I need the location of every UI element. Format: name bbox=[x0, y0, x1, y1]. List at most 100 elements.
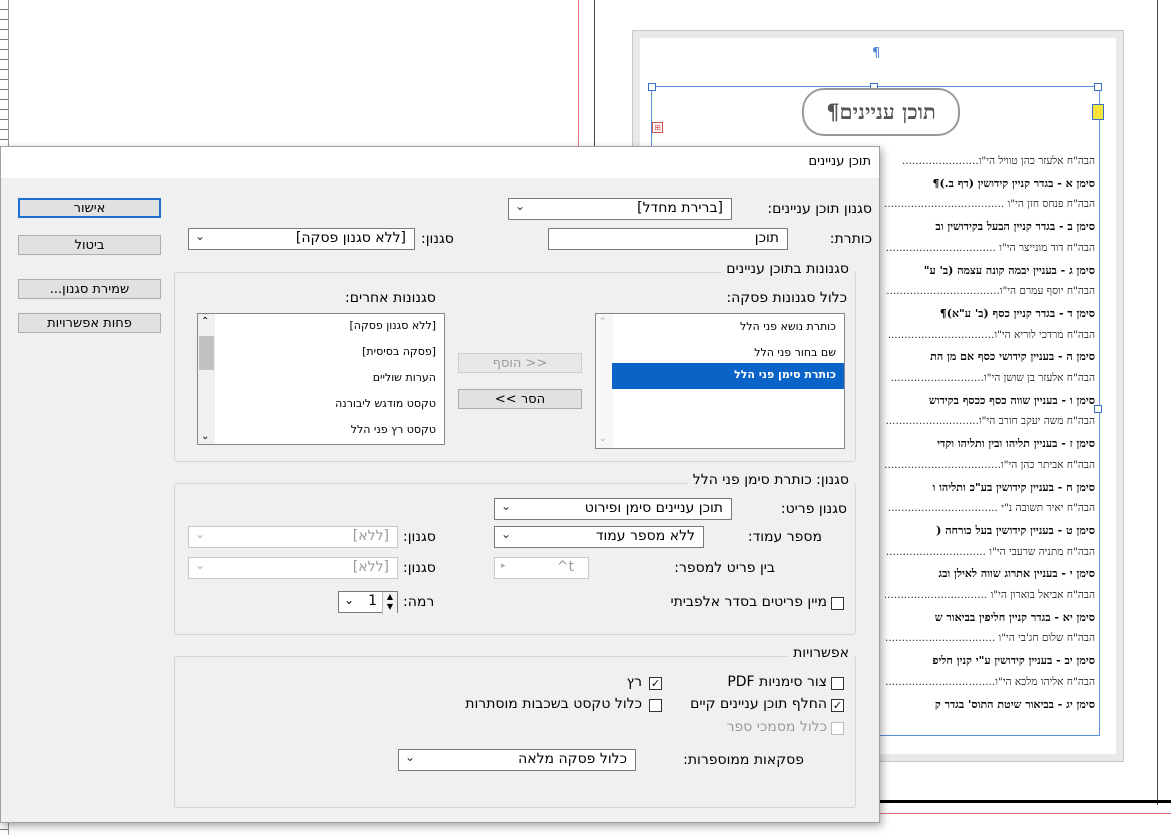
replace-toc-checkbox[interactable]: ✓ bbox=[831, 699, 844, 712]
list-item[interactable]: טקסט מודגש ליבורנה bbox=[214, 392, 444, 418]
between-input[interactable]: ^t ▸ bbox=[494, 557, 589, 579]
toc-dialog: תוכן עניינים אישור ביטול שמירת סגנון... … bbox=[0, 146, 880, 823]
toc-author-line: הבה"ח מרדכי לוריא הי"ו..................… bbox=[887, 328, 1095, 341]
bleed-guide bbox=[878, 813, 1171, 814]
pdf-bookmarks-checkbox[interactable] bbox=[831, 677, 844, 690]
page-edge bbox=[594, 0, 595, 150]
frame-handle[interactable] bbox=[648, 83, 656, 91]
add-button[interactable]: << הוסף bbox=[458, 353, 582, 373]
between-style-label: סגנון: bbox=[403, 560, 436, 576]
book-docs-label: כלול מסמכי ספר bbox=[726, 719, 827, 735]
page-number-label: מספר עמוד: bbox=[747, 529, 822, 545]
chevron-down-icon: ⌄ bbox=[501, 527, 512, 541]
toc-chapter-line: סימן י - בעניין אתרוג שווה לאילן ובג bbox=[938, 567, 1095, 581]
toc-style-select[interactable]: [ברירת מחדל] ⌄ bbox=[508, 198, 732, 220]
toc-author-line: הבה"ח מתניה שרעבי הי"ו .................… bbox=[885, 545, 1095, 558]
list-item[interactable]: כותרת נושא פני הלל bbox=[612, 315, 844, 341]
title-style-label: סגנון: bbox=[421, 231, 454, 247]
sort-checkbox[interactable] bbox=[831, 597, 844, 610]
frame-handle[interactable] bbox=[1094, 405, 1102, 413]
include-styles-list[interactable]: ⌃ ⌄ כותרת נושא פני הלל שם בחור פני הלל כ… bbox=[595, 313, 845, 449]
toc-author-line: הבה"ח אביאל בוארון הי"ו ................… bbox=[885, 589, 1095, 601]
list-item-selected[interactable]: כותרת סימן פני הלל bbox=[612, 363, 844, 389]
scroll-thumb[interactable] bbox=[199, 336, 214, 370]
sort-label: מיין פריטים בסדר אלפביתי bbox=[670, 594, 827, 610]
dialog-title: תוכן עניינים bbox=[808, 154, 871, 169]
toc-chapter-line: סימן ט - בעניין קידושין בעל כורחה ( bbox=[936, 523, 1095, 537]
toc-style-label: סגנון תוכן עניינים: bbox=[767, 201, 872, 217]
page-number-select[interactable]: ללא מספר עמוד ⌄ bbox=[494, 526, 704, 548]
replace-toc-label: החלף תוכן עניינים קיים bbox=[690, 696, 827, 712]
out-port-icon[interactable] bbox=[1092, 104, 1104, 120]
list-item[interactable]: [פסקה בסיסית] bbox=[214, 340, 444, 366]
page-number-style-label: סגנון: bbox=[403, 529, 436, 545]
toc-chapter-line: סימן ה - בעניין קידושי כסף אם מן הת bbox=[930, 350, 1095, 364]
chevron-down-icon: ⌄ bbox=[195, 229, 206, 243]
toc-chapter-line: סימן ו - בעניין שווה כסף ככסף בקידוש bbox=[928, 393, 1095, 407]
frame-handle[interactable] bbox=[1094, 83, 1102, 91]
book-docs-checkbox[interactable] bbox=[831, 722, 844, 735]
title-style-select[interactable]: [ללא סגנון פסקה] ⌄ bbox=[188, 228, 415, 250]
scroll-down-icon[interactable]: ⌄ bbox=[599, 434, 607, 444]
scroll-up-icon[interactable]: ⌃ bbox=[201, 316, 209, 327]
ok-button[interactable]: אישור bbox=[18, 198, 161, 218]
page-bottom-edge bbox=[878, 800, 1171, 803]
chevron-down-icon: ⌄ bbox=[195, 527, 206, 541]
title-style-value: [ללא סגנון פסקה] bbox=[295, 230, 406, 246]
entry-style-select[interactable]: תוכן עניינים סימן ופירוט ⌄ bbox=[494, 498, 732, 520]
include-styles-scrollbar[interactable]: ⌃ ⌄ bbox=[596, 314, 613, 448]
page-number-style-value: [ללא] bbox=[352, 528, 389, 544]
margin-guide bbox=[578, 0, 579, 150]
toc-title-banner: תוכן עניינים¶ bbox=[802, 88, 960, 136]
entry-style-value: תוכן עניינים סימן ופירוט bbox=[584, 500, 723, 516]
dialog-titlebar[interactable]: תוכן עניינים bbox=[1, 147, 879, 178]
styles-in-toc-title: סגנונות בתוכן עניינים bbox=[721, 261, 854, 277]
level-value: 1 bbox=[368, 593, 377, 609]
chevron-down-icon: ⌄ bbox=[515, 199, 526, 213]
between-value: ^t bbox=[556, 559, 574, 575]
toc-author-line: הבה"ח אלעזר בן שושן הי"ו................… bbox=[890, 372, 1095, 384]
check-icon: ✓ bbox=[832, 699, 843, 712]
toc-author-line: הבה"ח פנחס חזן הי"ו ....................… bbox=[885, 198, 1095, 211]
toc-author-line: הבה"ח אביתר כהן הי"ו....................… bbox=[885, 458, 1095, 471]
cancel-button[interactable]: ביטול bbox=[18, 235, 161, 255]
list-item[interactable]: טקסט רץ פני הלל bbox=[214, 418, 444, 444]
scroll-down-icon[interactable]: ⌄ bbox=[201, 431, 209, 442]
scroll-up-icon[interactable]: ⌃ bbox=[599, 317, 607, 327]
level-stepper[interactable]: ⌄ 1 ▲ ▼ bbox=[338, 591, 398, 614]
entry-style-group-title: סגנון: כותרת סימן פני הלל bbox=[687, 472, 854, 488]
toc-style-value: [ברירת מחדל] bbox=[637, 200, 723, 216]
title-input[interactable]: תוכן bbox=[548, 228, 788, 250]
list-item[interactable]: הערות שוליים bbox=[214, 366, 444, 392]
chevron-down-icon: ⌄ bbox=[405, 750, 416, 764]
other-styles-list[interactable]: ⌃ ⌄ [ללא סגנון פסקה] [פסקה בסיסית] הערות… bbox=[197, 313, 445, 445]
chevron-down-icon: ⌄ bbox=[195, 558, 206, 572]
toc-chapter-line: סימן ד - בגדר קניין כסף (ב' ע"א)¶ bbox=[939, 306, 1095, 320]
numbered-paragraphs-label: פסקאות ממוספרות: bbox=[683, 752, 804, 768]
toc-chapter-line: סימן יג - בביאור שיטת התוס' בגדר ק bbox=[934, 697, 1095, 711]
other-styles-scrollbar[interactable]: ⌃ ⌄ bbox=[198, 314, 215, 444]
chevron-down-icon: ⌄ bbox=[344, 593, 355, 607]
hidden-layers-checkbox[interactable] bbox=[649, 699, 662, 712]
toc-author-line: הבה"ח דוד מונייצר הי"ו .................… bbox=[885, 241, 1095, 254]
toc-chapter-line: סימן יא - בגדר קניין חליפין בביאור ש bbox=[934, 610, 1095, 624]
include-styles-label: כלול סגנונות פסקה: bbox=[726, 290, 847, 306]
overset-icon: ⊞ bbox=[652, 122, 663, 133]
fewer-options-button[interactable]: פחות אפשרויות bbox=[18, 313, 161, 333]
save-style-button[interactable]: שמירת סגנון... bbox=[18, 279, 161, 299]
other-styles-label: סגנונות אחרים: bbox=[345, 290, 436, 306]
page-number-style-select[interactable]: [ללא] ⌄ bbox=[188, 526, 398, 548]
list-item[interactable]: [ללא סגנון פסקה] bbox=[214, 314, 444, 340]
level-spin-buttons[interactable]: ▲ ▼ bbox=[382, 592, 397, 614]
numbered-paragraphs-select[interactable]: כלול פסקה מלאה ⌄ bbox=[398, 749, 636, 771]
toc-chapter-line: סימן ב - בגדר קניין הבעל בקידושין וב bbox=[935, 220, 1095, 234]
check-icon: ✓ bbox=[650, 677, 661, 690]
between-style-select[interactable]: [ללא] ⌄ bbox=[188, 557, 398, 579]
title-label: כותרת: bbox=[829, 231, 872, 247]
page-number-value: ללא מספר עמוד bbox=[595, 528, 695, 544]
run-in-checkbox[interactable]: ✓ bbox=[649, 677, 662, 690]
remove-button[interactable]: הסר >> bbox=[458, 389, 582, 409]
toc-author-line: הבה"ח משה יעקב חורב הי"ו................… bbox=[885, 415, 1096, 428]
toc-chapter-line: סימן ג - בעניין יבמה קונה עצמה (ב' ע" bbox=[923, 263, 1095, 277]
pilcrow-mark: ¶ bbox=[872, 46, 881, 61]
